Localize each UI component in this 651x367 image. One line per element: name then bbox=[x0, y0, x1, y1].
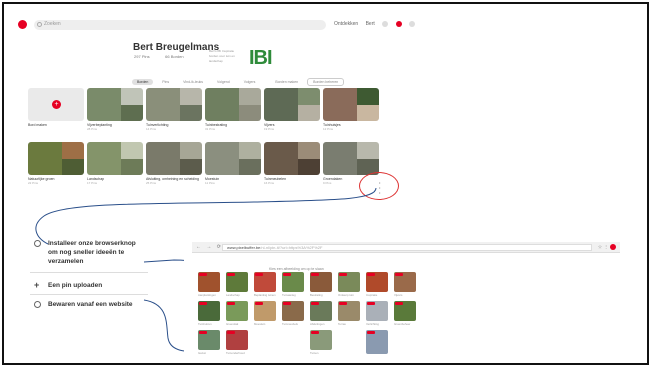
pin-thumbnail[interactable] bbox=[226, 301, 248, 321]
save-button[interactable] bbox=[367, 273, 375, 276]
pin-caption: Gazon bbox=[198, 351, 207, 355]
pin-thumbnail[interactable] bbox=[366, 301, 388, 321]
pin-thumbnail[interactable] bbox=[366, 330, 388, 354]
pin-thumbnail[interactable] bbox=[338, 272, 360, 292]
pin-caption: Ontwerp tuin bbox=[338, 293, 354, 297]
pin-thumbnail[interactable] bbox=[282, 272, 304, 292]
save-button[interactable] bbox=[199, 302, 207, 305]
pin-thumbnail[interactable] bbox=[338, 301, 360, 321]
pin-thumbnail[interactable] bbox=[310, 301, 332, 321]
pin-thumbnail[interactable] bbox=[198, 301, 220, 321]
pin-caption: Moestuin bbox=[254, 322, 266, 326]
pin-thumbnail[interactable] bbox=[310, 272, 332, 292]
bookmark-icon[interactable]: ☆ bbox=[598, 244, 602, 250]
pin-caption: Aanplantingen bbox=[198, 293, 216, 297]
pin-caption: Tuinen bbox=[310, 351, 319, 355]
menu-divider bbox=[30, 272, 148, 273]
save-button[interactable] bbox=[311, 331, 319, 334]
save-button[interactable] bbox=[255, 302, 263, 305]
pin-thumbnail[interactable] bbox=[394, 301, 416, 321]
pin-caption: Terras bbox=[338, 322, 346, 326]
pin-caption: Tuinaanleg bbox=[282, 293, 296, 297]
pin-caption: Vijvers bbox=[394, 293, 403, 297]
browser-toolbar: ← → ⟳ www.pixelbuffer.be/nl-nl/pin-it/?u… bbox=[192, 242, 620, 253]
menu-divider bbox=[30, 294, 148, 295]
pinterest-extension-icon[interactable] bbox=[610, 244, 616, 250]
pin-caption: Landschap bbox=[226, 293, 240, 297]
reload-icon[interactable]: ⟳ bbox=[217, 244, 221, 250]
save-button[interactable] bbox=[283, 302, 291, 305]
pin-caption: Afsluitingen bbox=[310, 322, 325, 326]
browser-window: ← → ⟳ www.pixelbuffer.be/nl-nl/pin-it/?u… bbox=[184, 242, 620, 362]
save-button[interactable] bbox=[367, 331, 375, 334]
save-button[interactable] bbox=[227, 273, 235, 276]
plus-icon: + bbox=[34, 280, 40, 290]
pin-thumbnail[interactable] bbox=[254, 272, 276, 292]
presentation-slide: Zoeken Ontdekken Bert Bert Breugelmans 2… bbox=[2, 2, 649, 365]
pin-caption: Tuinonderhoud bbox=[226, 351, 245, 355]
save-button[interactable] bbox=[395, 273, 403, 276]
save-button[interactable] bbox=[367, 302, 375, 305]
globe-icon bbox=[34, 301, 41, 308]
pin-picker-heading: Kies een afbeelding om op te slaan bbox=[269, 267, 324, 271]
pin-thumbnail[interactable] bbox=[366, 272, 388, 292]
pin-caption: Bestrating bbox=[310, 293, 323, 297]
pin-thumbnail[interactable] bbox=[198, 330, 220, 350]
save-button[interactable] bbox=[395, 302, 403, 305]
pin-thumbnail[interactable] bbox=[254, 301, 276, 321]
save-button[interactable] bbox=[339, 273, 347, 276]
pin-thumbnail[interactable] bbox=[226, 330, 248, 350]
save-button[interactable] bbox=[311, 273, 319, 276]
pinterest-circle-icon bbox=[34, 240, 41, 247]
pin-thumbnail[interactable] bbox=[226, 272, 248, 292]
save-button[interactable] bbox=[199, 331, 207, 334]
connector-curve-top bbox=[35, 187, 377, 245]
browser-actions: ☆ ⋮ bbox=[598, 244, 616, 250]
browser-nav: ← → ⟳ bbox=[196, 244, 225, 250]
forward-icon[interactable]: → bbox=[206, 244, 211, 250]
pin-thumbnail[interactable] bbox=[310, 330, 332, 350]
save-button[interactable] bbox=[227, 302, 235, 305]
pin-thumbnail[interactable] bbox=[198, 272, 220, 292]
save-button[interactable] bbox=[339, 302, 347, 305]
pin-caption: Tuinmeubels bbox=[282, 322, 298, 326]
address-bar[interactable]: www.pixelbuffer.be/nl-nl/pin-it/?url=htt… bbox=[222, 244, 592, 251]
save-button[interactable] bbox=[199, 273, 207, 276]
pin-thumbnail[interactable] bbox=[394, 272, 416, 292]
pin-caption: Tuinhuizen bbox=[198, 322, 212, 326]
pin-thumbnail[interactable] bbox=[282, 301, 304, 321]
menu-icon[interactable]: ⋮ bbox=[604, 244, 609, 250]
pin-caption: Inspiratie bbox=[366, 293, 378, 297]
save-button[interactable] bbox=[311, 302, 319, 305]
save-button[interactable] bbox=[255, 273, 263, 276]
pin-caption: Groenbeheer bbox=[394, 322, 411, 326]
pin-caption: Verlichting bbox=[366, 322, 379, 326]
back-icon[interactable]: ← bbox=[196, 244, 201, 250]
save-button[interactable] bbox=[227, 331, 235, 334]
save-button[interactable] bbox=[283, 273, 291, 276]
pin-caption: Beplanting tuinen bbox=[254, 293, 276, 297]
pin-caption: Groendak bbox=[226, 322, 239, 326]
